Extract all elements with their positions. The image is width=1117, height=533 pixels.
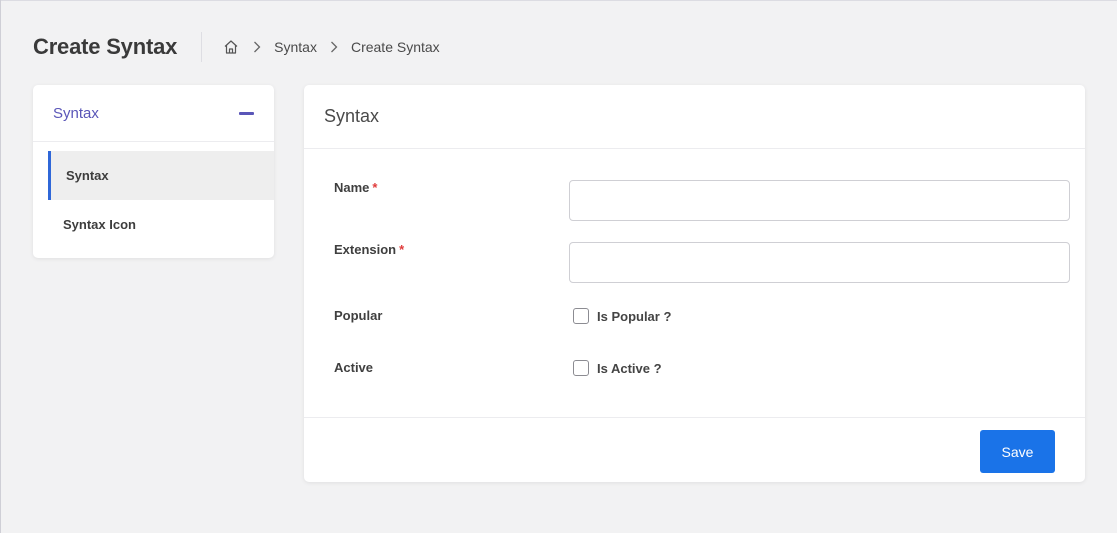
sidebar-item-label: Syntax Icon	[63, 217, 136, 232]
page-title: Create Syntax	[33, 34, 178, 59]
active-checkbox-group[interactable]: Is Active ?	[573, 360, 662, 376]
extension-input[interactable]	[569, 242, 1070, 283]
sidebar-item-label: Syntax	[66, 168, 109, 183]
page-header: Create Syntax Syntax Create Syntax	[33, 30, 440, 64]
save-button[interactable]: Save	[980, 430, 1055, 473]
active-checkbox[interactable]	[573, 360, 589, 376]
name-label: Name *	[334, 180, 378, 195]
popular-checkbox[interactable]	[573, 308, 589, 324]
home-icon[interactable]	[222, 38, 240, 56]
breadcrumb-item-current: Create Syntax	[350, 39, 440, 55]
sidebar-menu: Syntax Syntax Syntax Icon	[33, 85, 274, 258]
breadcrumb: Syntax Create Syntax	[222, 38, 440, 56]
active-checkbox-label[interactable]: Is Active ?	[597, 361, 662, 376]
sidebar-list: Syntax Syntax Icon	[33, 142, 274, 249]
popular-checkbox-label[interactable]: Is Popular ?	[597, 309, 671, 324]
sidebar-item-syntax-icon[interactable]: Syntax Icon	[33, 200, 274, 249]
minus-icon[interactable]	[239, 111, 254, 115]
popular-label: Popular	[334, 308, 383, 323]
sidebar-item-syntax[interactable]: Syntax	[48, 151, 274, 200]
window-left-edge	[0, 0, 1, 533]
sidebar-section-header[interactable]: Syntax	[33, 85, 274, 142]
chevron-right-icon	[329, 41, 339, 53]
form-card-header: Syntax	[304, 85, 1085, 149]
header-divider	[201, 32, 203, 62]
form-title: Syntax	[324, 106, 380, 126]
popular-checkbox-group[interactable]: Is Popular ?	[573, 308, 671, 324]
name-input[interactable]	[569, 180, 1070, 221]
syntax-form-card: Syntax Name * Extension * Popular Is Popul…	[304, 85, 1085, 482]
required-mark: *	[399, 242, 405, 257]
sidebar-section-label: Syntax	[53, 104, 99, 122]
extension-label: Extension *	[334, 242, 405, 257]
breadcrumb-item-syntax[interactable]: Syntax	[274, 39, 317, 55]
chevron-right-icon	[252, 41, 262, 53]
active-label: Active	[334, 360, 374, 375]
window-top-edge	[0, 0, 1117, 1]
form-footer: Save	[304, 417, 1085, 483]
required-mark: *	[372, 180, 378, 195]
